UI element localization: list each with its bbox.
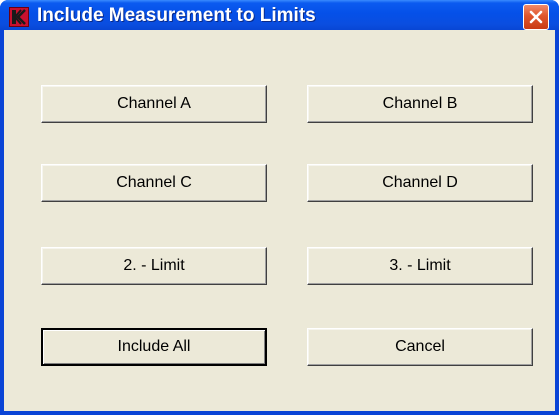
include-all-label: Include All xyxy=(117,338,191,355)
limit-2-label: 2. - Limit xyxy=(123,257,185,274)
cancel-label: Cancel xyxy=(395,338,445,355)
channel-b-label: Channel B xyxy=(382,95,458,112)
title-bar[interactable]: Include Measurement to Limits xyxy=(0,0,559,30)
channel-c-button[interactable]: Channel C xyxy=(41,164,267,202)
dialog-body: Channel A Channel B Channel C Channel D … xyxy=(4,30,555,411)
limit-2-button[interactable]: 2. - Limit xyxy=(41,247,267,285)
app-logo-icon xyxy=(9,7,29,27)
channel-d-button[interactable]: Channel D xyxy=(307,164,533,202)
close-button[interactable] xyxy=(523,4,549,30)
include-all-button[interactable]: Include All xyxy=(41,328,267,366)
limit-3-button[interactable]: 3. - Limit xyxy=(307,247,533,285)
window-title: Include Measurement to Limits xyxy=(37,5,316,26)
channel-a-button[interactable]: Channel A xyxy=(41,85,267,123)
channel-b-button[interactable]: Channel B xyxy=(307,85,533,123)
channel-a-label: Channel A xyxy=(117,95,191,112)
cancel-button[interactable]: Cancel xyxy=(307,328,533,366)
channel-d-label: Channel D xyxy=(382,174,458,191)
close-icon xyxy=(529,10,543,24)
dialog-window: Include Measurement to Limits Channel A … xyxy=(0,0,559,415)
channel-c-label: Channel C xyxy=(116,174,192,191)
limit-3-label: 3. - Limit xyxy=(389,257,451,274)
